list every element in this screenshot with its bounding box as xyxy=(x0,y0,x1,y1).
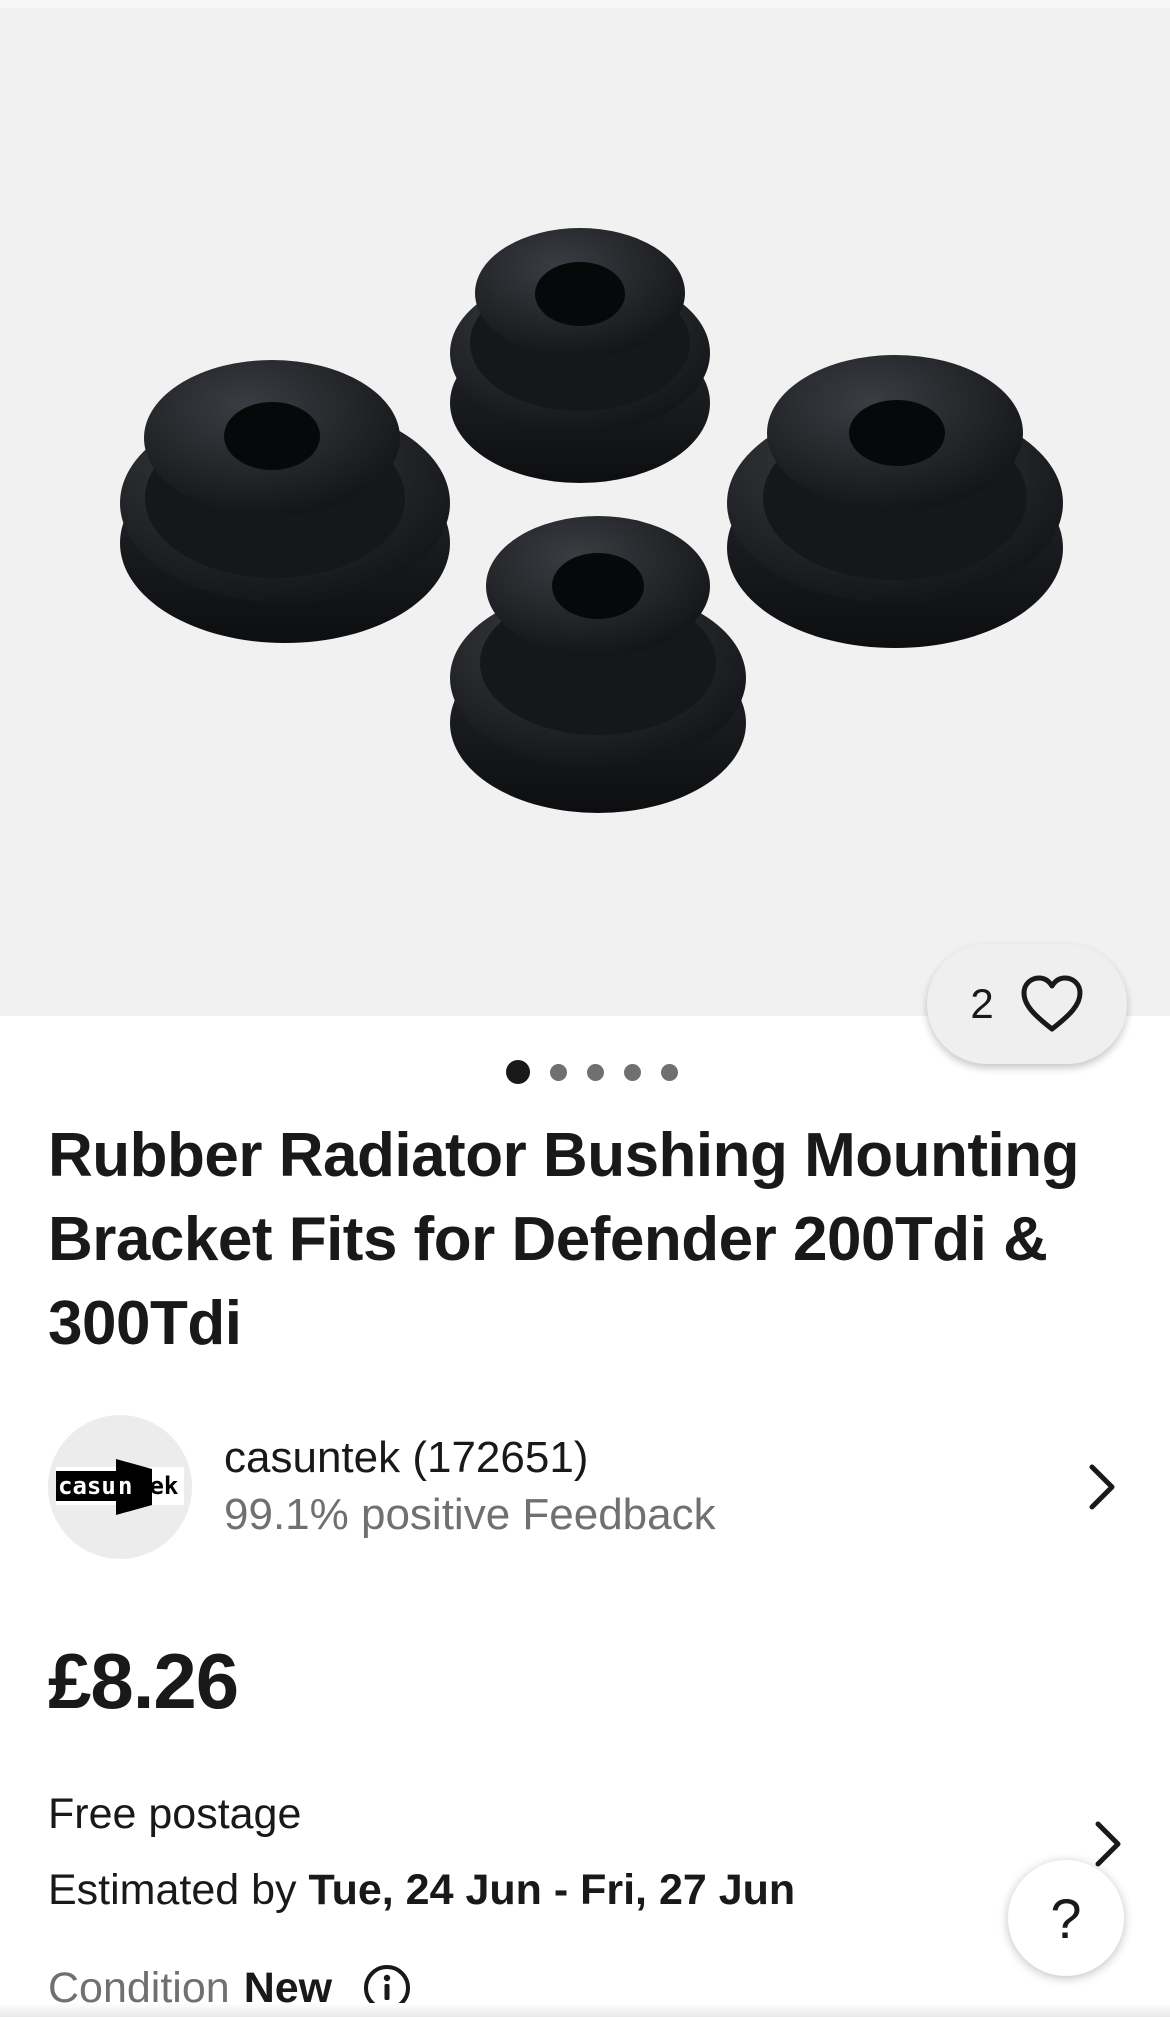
watch-button[interactable]: 2 xyxy=(927,944,1127,1064)
pagination-dot-2[interactable] xyxy=(550,1063,567,1081)
pagination-dot-1[interactable] xyxy=(506,1060,530,1084)
heart-outline-icon xyxy=(1021,975,1083,1032)
bushing-right xyxy=(727,355,1063,648)
bushing-left xyxy=(120,360,450,643)
free-postage-text: Free postage xyxy=(48,1790,302,1838)
pagination-dot-5[interactable] xyxy=(661,1063,678,1081)
pagination-dot-4[interactable] xyxy=(624,1063,641,1081)
estimate-prefix: Estimated by xyxy=(48,1866,297,1914)
bushing-bottom xyxy=(450,516,746,813)
help-button[interactable]: ? xyxy=(1008,1860,1124,1976)
seller-logo-text-left: casu xyxy=(58,1472,116,1500)
item-price: £8.26 xyxy=(48,1637,239,1725)
item-page: 2 Rubber Radiator Bushing Mounting Brack… xyxy=(0,0,1170,2017)
svg-text:n: n xyxy=(118,1472,132,1500)
listing-title: Rubber Radiator Bushing Mounting Bracket… xyxy=(48,1121,1080,1358)
scroll-fade xyxy=(0,2003,1170,2017)
estimate-dates: Tue, 24 Jun - Fri, 27 Jun xyxy=(308,1866,796,1914)
product-image[interactable] xyxy=(0,8,1170,1018)
postage-section[interactable]: Free postage Estimated by Tue, 24 Jun - … xyxy=(48,1776,1128,1928)
postage-chevron-right-icon[interactable] xyxy=(1088,1816,1128,1872)
delivery-estimate: Estimated by Tue, 24 Jun - Fri, 27 Jun xyxy=(48,1852,1128,1928)
bushing-top xyxy=(450,228,710,483)
chevron-right-icon[interactable] xyxy=(1082,1459,1122,1515)
image-gallery[interactable] xyxy=(0,0,1170,1016)
watch-count: 2 xyxy=(970,980,994,1027)
seller-logo-text-right: tek xyxy=(135,1472,179,1500)
seller-feedback: 99.1% positive Feedback xyxy=(224,1490,716,1539)
seller-card[interactable]: casu tek n casuntek (172651) 99.1% posit… xyxy=(48,1414,1128,1560)
seller-info: casuntek (172651) 99.1% positive Feedbac… xyxy=(224,1430,1082,1544)
seller-logo: casu tek n xyxy=(48,1415,192,1559)
seller-name: casuntek (172651) xyxy=(224,1433,589,1482)
pagination-dot-3[interactable] xyxy=(587,1063,604,1081)
seller-logo-image: casu tek n xyxy=(56,1459,184,1515)
gallery-pagination xyxy=(0,1060,1170,1084)
